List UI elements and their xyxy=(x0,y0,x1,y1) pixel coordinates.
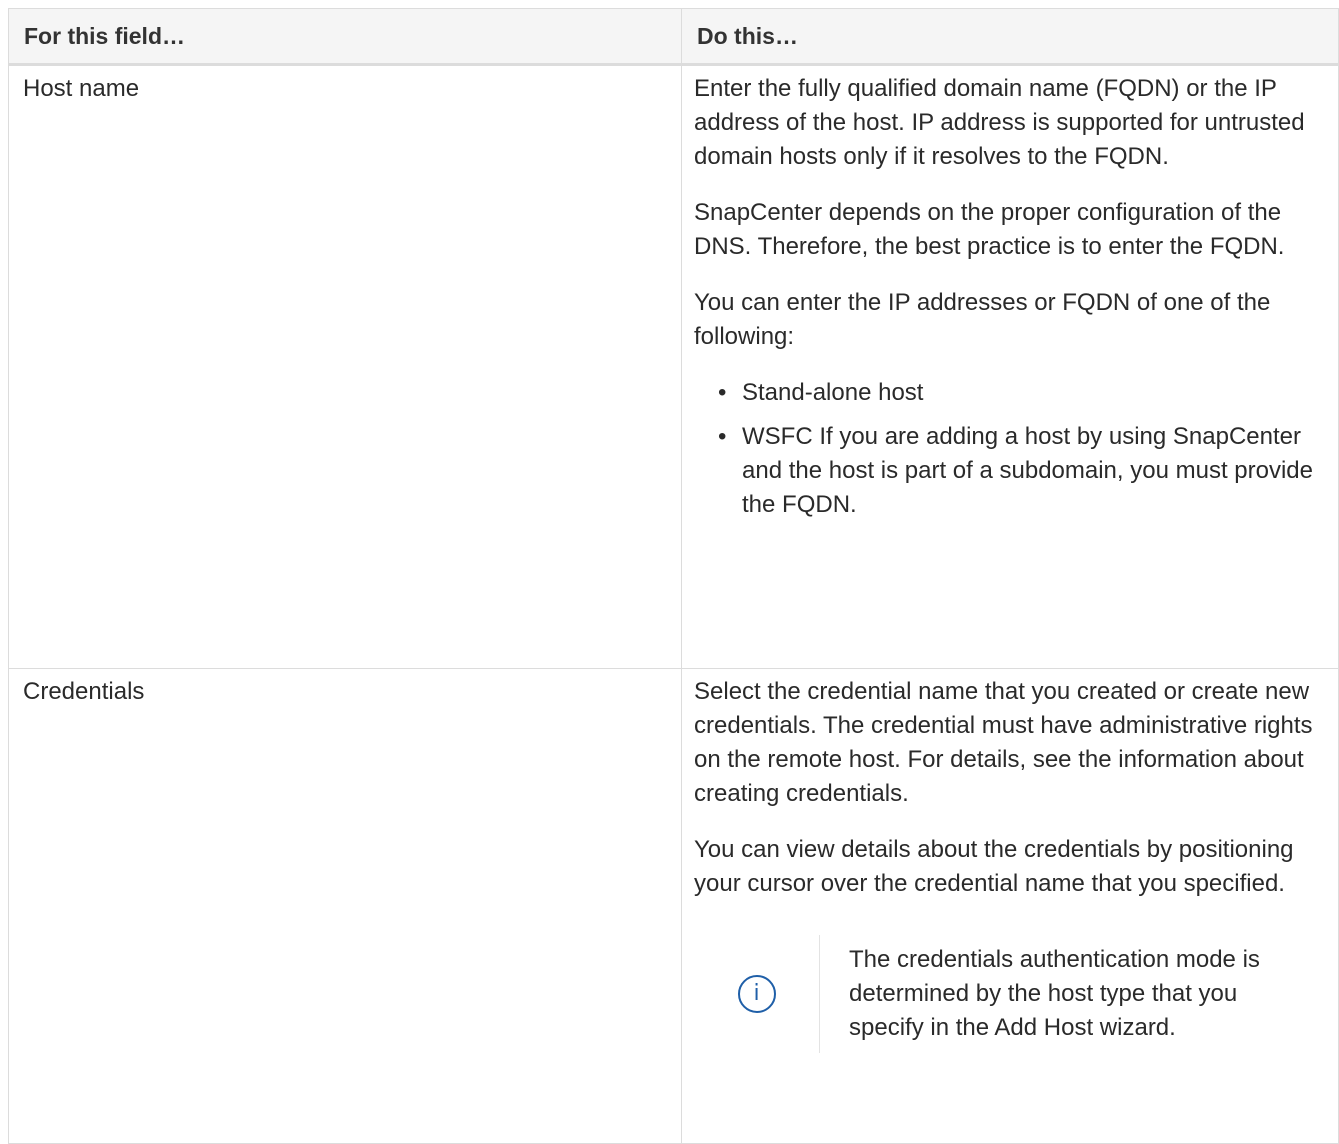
header-action: Do this… xyxy=(681,8,1339,66)
header-field: For this field… xyxy=(8,8,682,66)
field-name-credentials: Credentials xyxy=(8,668,682,1144)
note-icon-column: i xyxy=(694,935,820,1053)
table-header-row: For this field… Do this… xyxy=(8,8,1339,66)
table-row-credentials: Credentials Select the credential name t… xyxy=(8,668,1339,1144)
table-row-host-name: Host name Enter the fully qualified doma… xyxy=(8,64,1339,669)
paragraph: SnapCenter depends on the proper configu… xyxy=(694,199,1285,260)
paragraph: Enter the fully qualified domain name (F… xyxy=(694,75,1305,170)
field-name-host: Host name xyxy=(8,64,682,669)
paragraph: Select the credential name that you crea… xyxy=(694,678,1313,807)
list-item: Stand-alone host xyxy=(718,376,1326,410)
field-instructions-host: Enter the fully qualified domain name (F… xyxy=(681,64,1339,669)
list-item: WSFC If you are adding a host by using S… xyxy=(718,420,1326,522)
field-instructions-credentials: Select the credential name that you crea… xyxy=(681,668,1339,1144)
paragraph: You can enter the IP addresses or FQDN o… xyxy=(694,289,1271,350)
note-text: The credentials authentication mode is d… xyxy=(849,946,1260,1041)
bullet-list: Stand-alone host WSFC If you are adding … xyxy=(694,376,1326,522)
paragraph: You can view details about the credentia… xyxy=(694,836,1294,897)
info-icon: i xyxy=(737,975,776,1013)
field-description-table: For this field… Do this… Host name Enter… xyxy=(8,8,1339,1144)
info-note: i The credentials authentication mode is… xyxy=(694,935,1326,1053)
